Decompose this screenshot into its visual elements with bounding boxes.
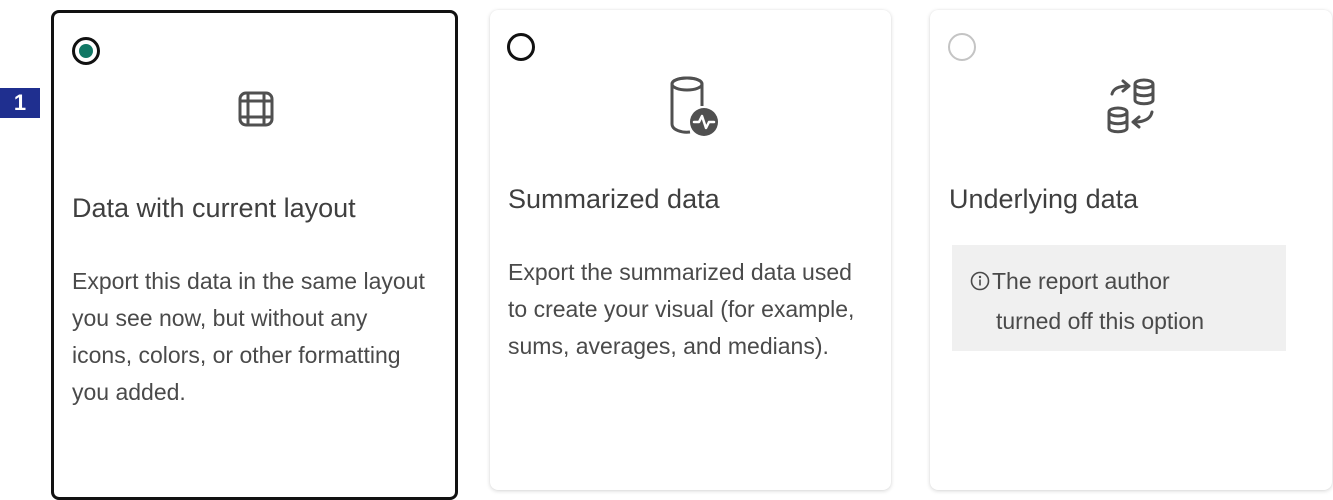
option-description: Export the summarized data used to creat…: [508, 259, 855, 359]
info-line-1: The report author: [970, 261, 1268, 301]
option-card-data-with-current-layout[interactable]: Data with current layout Export this dat…: [51, 10, 458, 500]
option-title: Data with current layout: [72, 193, 356, 223]
info-text: The report author: [992, 268, 1170, 294]
database-pulse-icon: [656, 70, 726, 140]
info-text-line-2: turned off this option: [996, 308, 1204, 334]
info-icon: [970, 263, 990, 291]
option-title: Underlying data: [949, 184, 1139, 214]
step-number-badge: 1: [0, 88, 40, 118]
radio-summarized-data[interactable]: [507, 33, 535, 61]
radio-data-with-current-layout[interactable]: [72, 37, 100, 65]
database-swap-icon: [1096, 70, 1166, 140]
option-description: Export this data in the same layout you …: [72, 268, 425, 405]
radio-underlying-data: [948, 33, 976, 61]
option-card-summarized-data[interactable]: Summarized data Export the summarized da…: [490, 10, 891, 490]
table-grid-icon: [220, 73, 290, 143]
disabled-info-notice: The report author turned off this option: [952, 245, 1286, 351]
option-card-underlying-data: Underlying data The report author turned…: [930, 10, 1332, 490]
option-title: Summarized data: [508, 184, 720, 214]
